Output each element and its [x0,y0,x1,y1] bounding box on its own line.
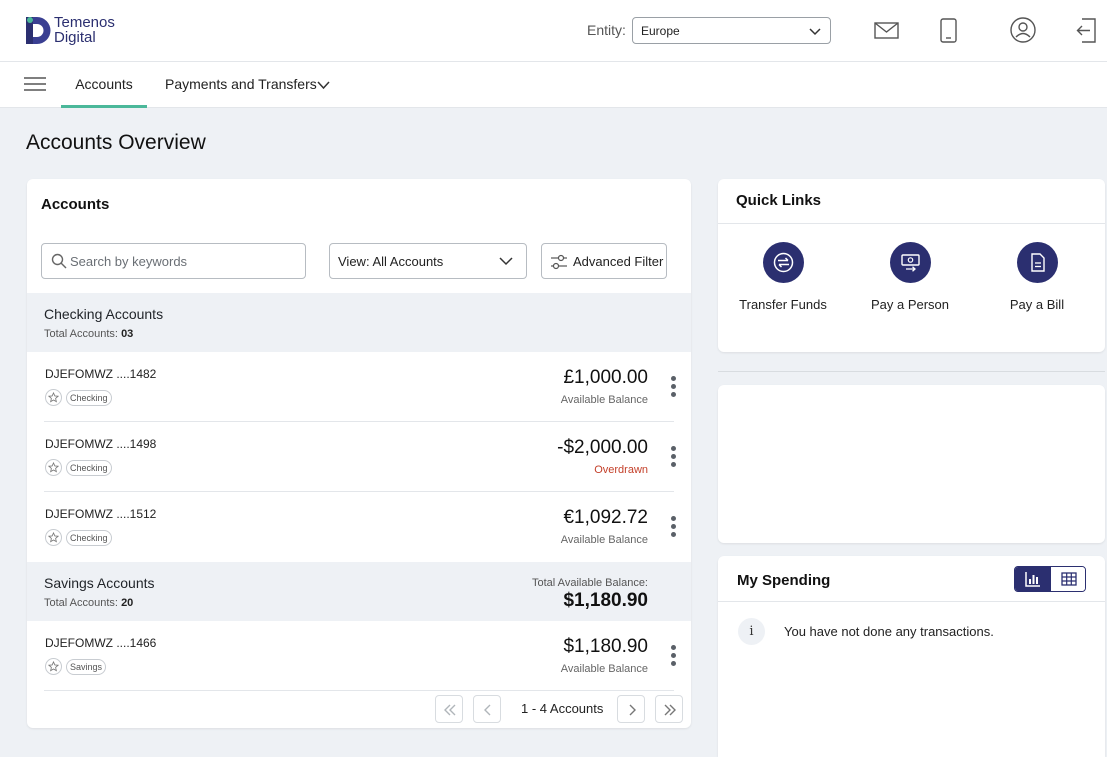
pay-person-icon [900,254,920,272]
group-name: Checking Accounts [44,306,164,322]
next-page-button[interactable] [617,695,645,723]
quick-link-label: Transfer Funds [739,297,827,312]
more-options-icon[interactable] [671,376,677,398]
chevron-left-icon [484,704,491,716]
group-count: Total Accounts: 20 [44,597,134,609]
accounts-card: Accounts Search by keywords View: All Ac… [27,179,691,728]
account-balance-label: Available Balance [560,663,648,675]
table-view-button[interactable] [1051,567,1085,591]
quick-link-label: Pay a Bill [1009,297,1065,312]
account-amount: $1,180.90 [563,636,648,657]
table-grid-icon [1061,572,1077,586]
account-name: DJEFOMWZ ....1466 [45,636,157,650]
brand-logo[interactable]: Temenos Digital [24,14,115,46]
chart-view-button[interactable] [1015,567,1051,591]
favorite-star-icon[interactable] [45,459,62,476]
account-type-badge: Checking [66,530,112,546]
more-options-icon[interactable] [671,516,677,538]
advanced-filter-button[interactable]: Advanced Filter [541,243,667,279]
account-balance-label: Available Balance [560,394,648,406]
more-options-icon[interactable] [671,645,677,667]
double-chevron-right-icon [664,704,676,716]
page-title: Accounts Overview [26,131,206,154]
more-options-icon[interactable] [671,446,677,468]
mail-icon[interactable] [874,22,899,39]
chevron-down-icon[interactable] [316,79,331,91]
group-total-value: $1,180.90 [563,590,648,611]
account-row[interactable]: DJEFOMWZ ....1482 Checking £1,000.00 Ava… [27,352,691,422]
entity-label: Entity: [587,22,626,38]
account-name: DJEFOMWZ ....1482 [45,367,157,381]
group-total-label: Total Available Balance: [532,577,648,589]
quick-links-card: Quick Links Transfer Funds Pay a Person … [718,179,1105,352]
view-toggle [1014,566,1086,592]
group-name: Savings Accounts [44,575,155,591]
favorite-star-icon[interactable] [45,658,62,675]
quick-link-pay-person[interactable]: Pay a Person [850,242,970,312]
pagination-label: 1 - 4 Accounts [521,701,604,716]
view-value: All Accounts [372,254,444,269]
favorite-star-icon[interactable] [45,389,62,406]
quick-link-label: Pay a Person [870,297,950,312]
account-balance-label: Available Balance [560,534,648,546]
account-type-badge: Checking [66,390,112,406]
entity-select[interactable]: Europe [632,17,831,44]
brand-line2: Digital [54,29,96,46]
tab-accounts[interactable]: Accounts [61,62,147,108]
section-divider [718,371,1105,372]
group-checking-header: Checking Accounts Total Accounts: 03 [27,293,691,352]
entity-value: Europe [641,24,680,38]
account-row[interactable]: DJEFOMWZ ....1498 Checking -$2,000.00 Ov… [27,422,691,492]
chevron-down-icon [809,28,821,36]
hamburger-menu-icon[interactable] [24,77,46,91]
quick-link-transfer-funds[interactable]: Transfer Funds [723,242,843,312]
group-savings-header: Savings Accounts Total Accounts: 20 Tota… [27,562,691,621]
quick-link-pay-bill[interactable]: Pay a Bill [977,242,1097,312]
search-icon [51,253,67,269]
bar-chart-icon [1025,572,1040,587]
transfer-icon [773,252,793,273]
search-placeholder: Search by keywords [70,254,188,269]
account-name: DJEFOMWZ ....1512 [45,507,157,521]
advanced-filter-label: Advanced Filter [573,254,664,269]
first-page-button[interactable] [435,695,463,723]
view-label: View: [338,254,370,269]
tab-payments-and-transfers[interactable]: Payments and Transfers [165,62,317,108]
empty-transactions-message: You have not done any transactions. [784,624,994,639]
brand-line1: Temenos [54,14,115,31]
favorite-star-icon[interactable] [45,529,62,546]
chevron-down-icon [499,257,513,266]
view-select[interactable]: View: All Accounts [329,243,527,279]
account-amount: £1,000.00 [563,367,648,388]
mobile-icon[interactable] [940,18,957,43]
chevron-right-icon [629,704,636,716]
my-spending-title: My Spending [737,572,831,589]
blank-widget-card [718,385,1105,543]
search-input[interactable]: Search by keywords [41,243,306,279]
account-row[interactable]: DJEFOMWZ ....1512 Checking €1,092.72 Ava… [27,492,691,562]
account-balance-label: Overdrawn [594,464,648,476]
accounts-card-title: Accounts [41,196,110,213]
row-divider [44,690,674,691]
top-header: Temenos Digital Entity: Europe [0,0,1107,62]
prev-page-button[interactable] [473,695,501,723]
account-type-badge: Savings [66,659,107,675]
logout-icon[interactable] [1076,18,1096,43]
profile-icon[interactable] [1010,17,1036,43]
main-nav: Accounts Payments and Transfers [0,62,1107,108]
last-page-button[interactable] [655,695,683,723]
bill-icon [1030,253,1045,272]
account-row[interactable]: DJEFOMWZ ....1466 Savings $1,180.90 Avai… [27,621,691,691]
info-icon: i [738,618,765,645]
account-type-badge: Checking [66,460,112,476]
group-count: Total Accounts: 03 [44,328,134,340]
account-amount: €1,092.72 [563,507,648,528]
my-spending-card: My Spending i You have not done any tran… [718,556,1105,757]
double-chevron-left-icon [444,704,456,716]
filter-sliders-icon [551,254,567,270]
account-amount: -$2,000.00 [557,437,648,458]
account-name: DJEFOMWZ ....1498 [45,437,157,451]
quick-links-title: Quick Links [736,192,822,209]
logo-mark-icon [26,17,51,44]
